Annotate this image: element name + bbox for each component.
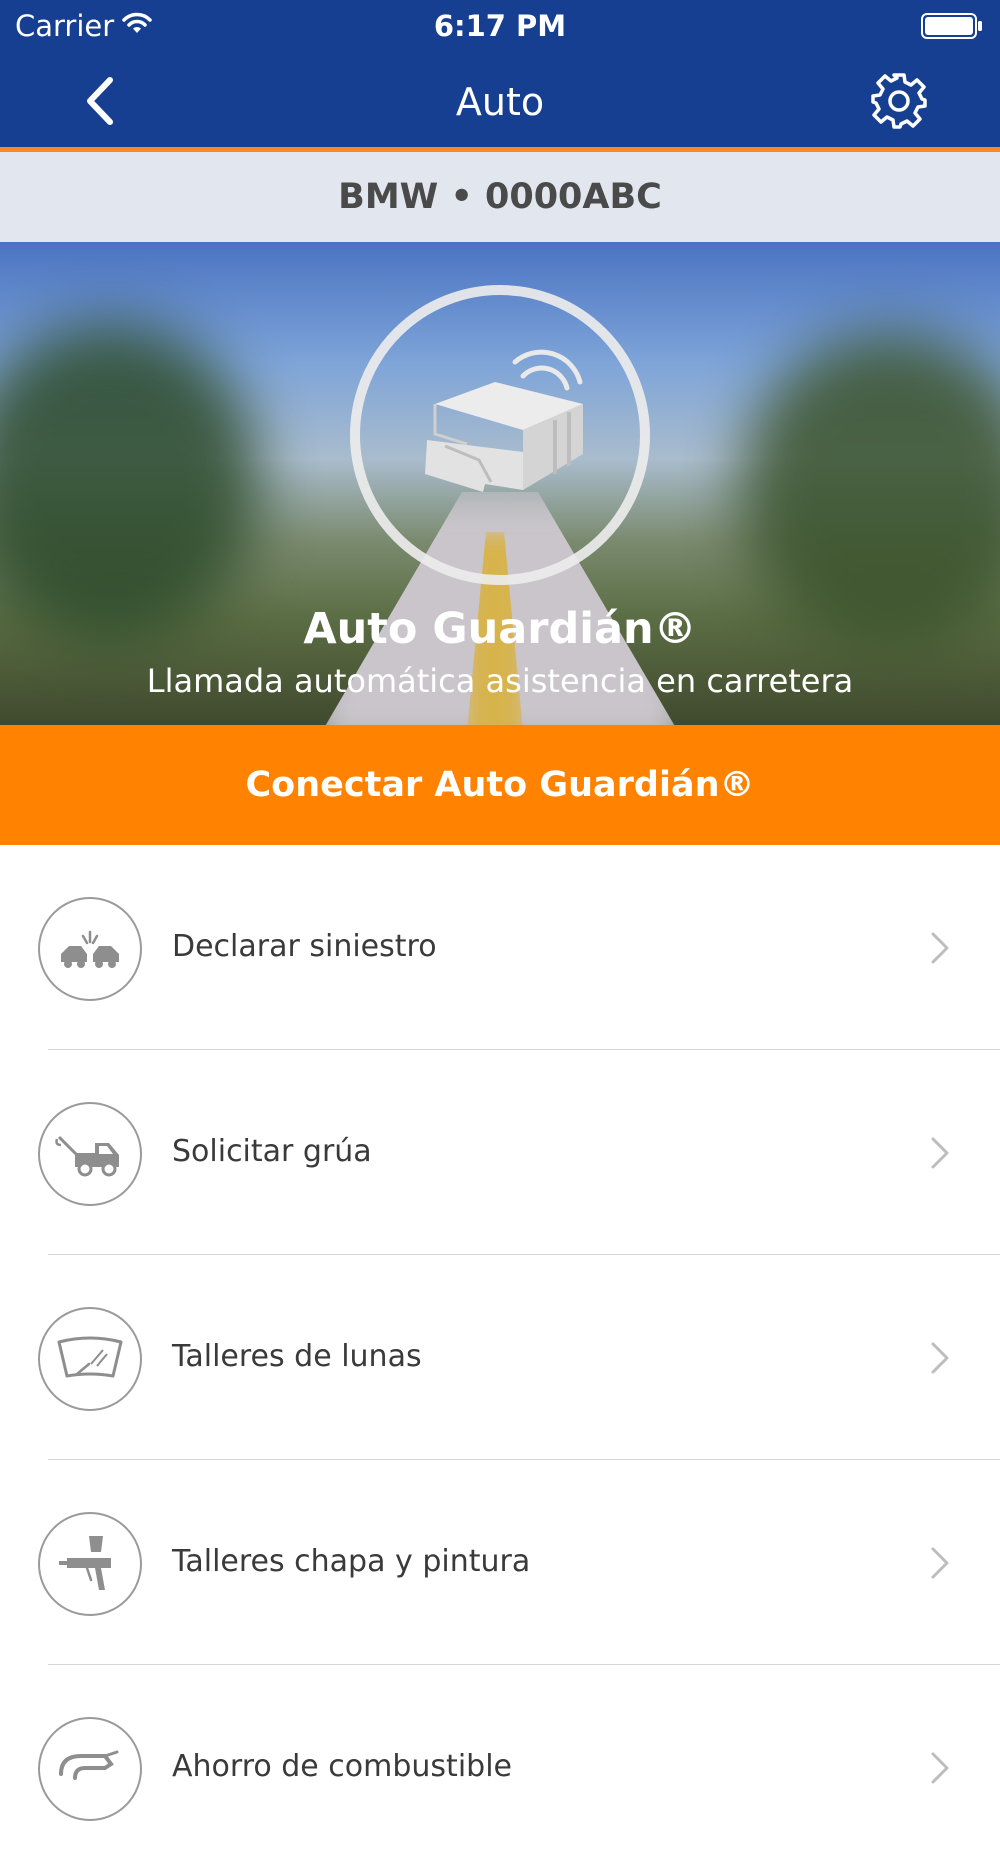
tow-truck-icon xyxy=(55,1135,119,1177)
icon-circle xyxy=(38,1717,142,1821)
windshield-icon xyxy=(57,1336,123,1378)
app-header: Carrier 6:17 PM Auto xyxy=(0,0,1000,152)
status-time: 6:17 PM xyxy=(433,9,567,43)
chevron-right-icon xyxy=(931,1137,949,1169)
chevron-right-icon xyxy=(931,1547,949,1579)
chevron-right-icon xyxy=(931,1342,949,1374)
car-crash-icon xyxy=(61,930,119,968)
icon-circle xyxy=(38,1102,142,1206)
vehicle-label: BMW • 0000ABC xyxy=(338,177,662,217)
hero-background-trees-left xyxy=(0,322,260,642)
gear-icon xyxy=(871,73,927,129)
status-bar: Carrier 6:17 PM xyxy=(0,0,1000,50)
list-item-talleres-chapa-pintura[interactable]: Talleres chapa y pintura xyxy=(0,1460,1000,1665)
services-list: Declarar siniestro Solicitar grúa Taller… xyxy=(0,845,1000,1870)
hero-banner: Auto Guardián® Llamada automática asiste… xyxy=(0,242,1000,725)
connect-auto-guardian-button[interactable]: Conectar Auto Guardián® xyxy=(0,725,1000,845)
spray-gun-icon xyxy=(59,1536,111,1590)
page-title: Auto xyxy=(455,80,545,124)
battery-icon xyxy=(921,13,983,43)
list-item-label: Talleres chapa y pintura xyxy=(172,1544,531,1579)
settings-button[interactable] xyxy=(870,72,928,130)
icon-circle xyxy=(38,1307,142,1411)
list-item-declarar-siniestro[interactable]: Declarar siniestro xyxy=(0,845,1000,1050)
chevron-right-icon xyxy=(931,1752,949,1784)
list-item-solicitar-grua[interactable]: Solicitar grúa xyxy=(0,1050,1000,1255)
fuel-nozzle-icon xyxy=(59,1750,119,1780)
connect-button-label: Conectar Auto Guardián® xyxy=(245,765,755,805)
list-item-ahorro-combustible[interactable]: Ahorro de combustible xyxy=(0,1665,1000,1870)
hero-title: Auto Guardián® xyxy=(303,604,697,654)
icon-circle xyxy=(38,897,142,1001)
icon-circle xyxy=(38,1512,142,1616)
list-item-label: Talleres de lunas xyxy=(172,1339,422,1374)
vehicle-bar: BMW • 0000ABC xyxy=(0,152,1000,242)
hero-subtitle: Llamada automática asistencia en carrete… xyxy=(146,662,854,700)
list-item-talleres-de-lunas[interactable]: Talleres de lunas xyxy=(0,1255,1000,1460)
auto-guardian-device-icon xyxy=(425,349,583,492)
chevron-right-icon xyxy=(931,932,949,964)
list-item-label: Declarar siniestro xyxy=(172,929,437,964)
list-item-label: Ahorro de combustible xyxy=(172,1749,512,1784)
list-item-label: Solicitar grúa xyxy=(172,1134,372,1169)
